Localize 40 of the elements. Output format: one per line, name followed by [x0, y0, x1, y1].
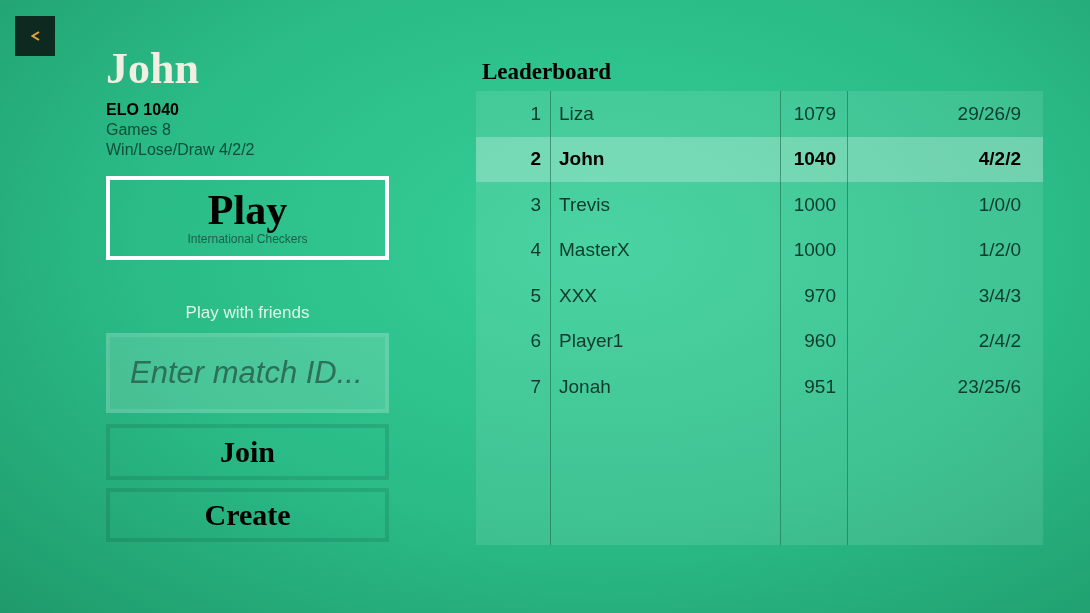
elo-cell: 1040 — [781, 136, 848, 182]
rank-cell: 1 — [476, 91, 551, 137]
record-cell-text: 3/4/3 — [977, 283, 1022, 308]
player-name-cell: John — [551, 136, 781, 182]
leaderboard-title: Leaderboard — [481, 58, 612, 86]
rank-cell: 5 — [476, 273, 551, 319]
player-name-cell: Jonah — [551, 364, 781, 410]
rank-cell: 3 — [476, 182, 551, 228]
player-name-cell: Trevis — [551, 182, 781, 228]
record-cell-text: 29/26/9 — [956, 101, 1022, 126]
back-button[interactable] — [15, 16, 55, 56]
join-button[interactable]: Join — [106, 424, 389, 480]
elo-cell: 970 — [781, 273, 848, 319]
player-name-cell: Liza — [551, 91, 781, 137]
section-heading: Play with friends — [185, 302, 310, 324]
elo-cell: 951 — [781, 364, 848, 410]
elo-cell: 1000 — [781, 182, 848, 228]
record-cell-text: 2/4/2 — [977, 329, 1022, 354]
rank-cell: 6 — [476, 318, 551, 364]
player-name-cell: Player1 — [551, 318, 781, 364]
games-count: Games 8 — [106, 120, 171, 140]
rank-cell: 7 — [476, 364, 551, 410]
elo-cell: 960 — [781, 318, 848, 364]
elo-cell: 1079 — [781, 91, 848, 137]
create-button[interactable]: Create — [106, 488, 389, 542]
play-subtitle: International Checkers — [187, 232, 308, 247]
rank-cell: 4 — [476, 227, 551, 273]
win-lose-draw: Win/Lose/Draw 4/2/2 — [106, 140, 255, 160]
record-cell-text: 1/0/0 — [977, 192, 1022, 217]
record-cell-text: 23/25/6 — [956, 374, 1022, 399]
player-name: John — [106, 48, 199, 90]
player-name-cell: MasterX — [551, 227, 781, 273]
rank-cell: 2 — [476, 136, 551, 182]
play-button[interactable]: Play International Checkers — [106, 176, 389, 260]
elo-cell: 1000 — [781, 227, 848, 273]
player-name-cell: XXX — [551, 273, 781, 319]
record-cell: 4/2/2 — [848, 136, 1043, 182]
chevron-left-icon — [30, 31, 40, 41]
elo-rating: ELO 1040 — [106, 100, 179, 120]
record-cell-text: 1/2/0 — [977, 238, 1022, 263]
